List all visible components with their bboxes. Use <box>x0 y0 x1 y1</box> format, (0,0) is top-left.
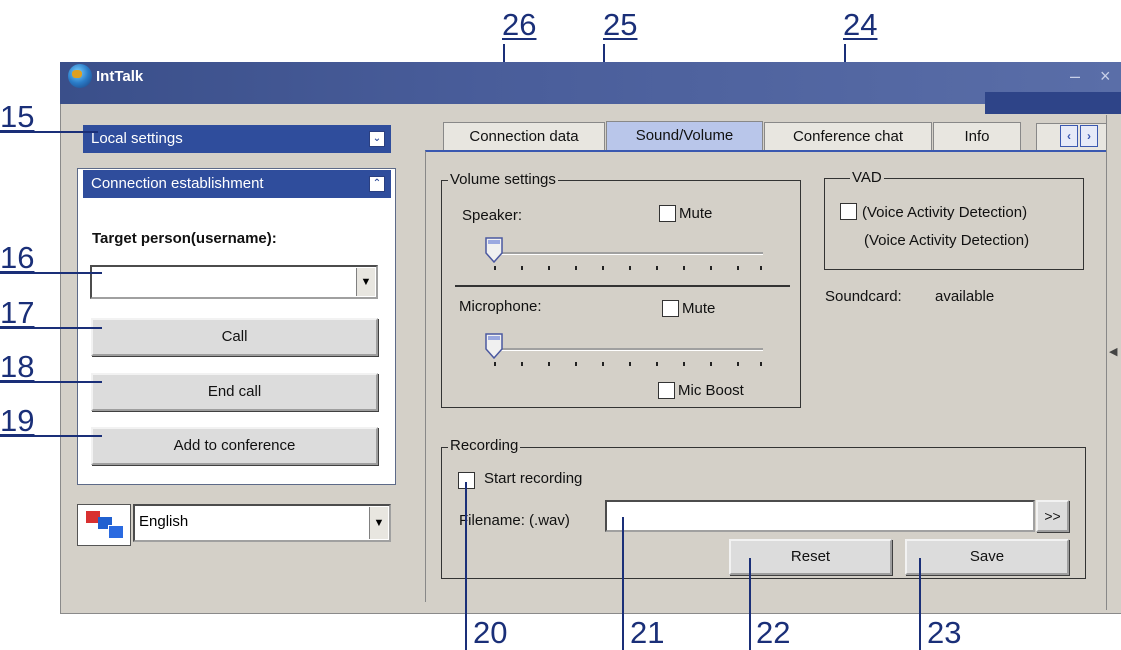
callout-18-line <box>0 381 102 383</box>
callout-18: 18 <box>0 349 35 384</box>
tab-scroll-left-icon[interactable]: ‹ <box>1060 125 1078 147</box>
title-bar <box>60 62 1121 104</box>
speaker-slider-track[interactable] <box>490 252 763 255</box>
mic-mute-checkbox[interactable] <box>662 300 679 317</box>
callout-19: 19 <box>0 403 35 438</box>
callout-22-line <box>749 558 751 650</box>
language-flag-icon <box>77 504 131 546</box>
callout-15-line <box>0 131 98 133</box>
soundcard-label: Soundcard: <box>825 288 902 305</box>
speaker-mute-checkbox[interactable] <box>659 205 676 222</box>
tab-connection-data[interactable]: Connection data <box>443 122 605 150</box>
callout-24: 24 <box>843 7 878 42</box>
mic-mute-label: Mute <box>682 300 716 317</box>
speaker-mute-label: Mute <box>679 205 713 222</box>
expand-chevron-icon[interactable]: ⌄ <box>369 131 385 147</box>
callout-16-line <box>0 272 102 274</box>
reset-button[interactable]: Reset <box>729 539 892 575</box>
vad-description: (Voice Activity Detection) <box>864 232 1030 249</box>
volume-separator <box>455 285 790 287</box>
window-title: IntTalk <box>96 68 144 85</box>
mic-boost-checkbox[interactable] <box>658 382 675 399</box>
callout-21: 21 <box>630 615 665 650</box>
start-recording-label: Start recording <box>484 470 583 487</box>
filename-label: Filename: (.wav) <box>459 512 570 529</box>
title-bar-accent <box>985 92 1121 114</box>
callout-23: 23 <box>927 615 962 650</box>
language-dropdown-arrow-icon[interactable]: ▼ <box>369 507 388 539</box>
collapse-arrow-icon[interactable]: ◀ <box>1109 345 1117 358</box>
call-button[interactable]: Call <box>91 318 378 356</box>
target-person-label: Target person(username): <box>92 230 277 247</box>
target-person-combo[interactable]: ▼ <box>90 265 378 299</box>
speaker-label: Speaker: <box>462 207 523 224</box>
language-value: English <box>139 513 189 530</box>
callout-19-line <box>0 435 102 437</box>
tab-sound-volume[interactable]: Sound/Volume <box>606 121 763 152</box>
tab-conference-chat[interactable]: Conference chat <box>764 122 932 150</box>
callout-21-line <box>622 517 624 650</box>
connection-establishment-label: Connection establishment <box>91 175 264 192</box>
callout-17: 17 <box>0 295 35 330</box>
mic-boost-label: Mic Boost <box>678 382 744 399</box>
app-globe-icon <box>68 64 92 88</box>
callout-20: 20 <box>473 615 508 650</box>
callout-15: 15 <box>0 99 35 134</box>
microphone-label: Microphone: <box>459 298 542 315</box>
minimize-icon[interactable]: – <box>1070 66 1080 87</box>
callout-16: 16 <box>0 240 35 275</box>
vad-label: VAD <box>850 169 884 186</box>
local-settings-header[interactable]: Local settings ⌄ <box>83 125 391 153</box>
tab-scroll-right-icon[interactable]: › <box>1080 125 1098 147</box>
tab-info[interactable]: Info <box>933 122 1021 150</box>
dropdown-arrow-icon[interactable]: ▼ <box>356 268 375 296</box>
end-call-button[interactable]: End call <box>91 373 378 411</box>
mic-slider-track[interactable] <box>490 348 763 351</box>
connection-establishment-header[interactable]: Connection establishment ⌃ <box>83 170 391 198</box>
callout-22: 22 <box>756 615 791 650</box>
speaker-slider-thumb[interactable] <box>485 237 503 263</box>
add-to-conference-button[interactable]: Add to conference <box>91 427 378 465</box>
language-select[interactable]: English ▼ <box>133 504 391 542</box>
callout-20-line <box>465 482 467 650</box>
save-button[interactable]: Save <box>905 539 1069 575</box>
filename-input[interactable] <box>605 500 1035 532</box>
callout-25: 25 <box>603 7 638 42</box>
soundcard-status: available <box>935 288 995 305</box>
close-icon[interactable]: × <box>1100 66 1111 87</box>
callout-26: 26 <box>502 7 537 42</box>
collapse-chevron-icon[interactable]: ⌃ <box>369 176 385 192</box>
mic-slider-thumb[interactable] <box>485 333 503 359</box>
callout-23-line <box>919 558 921 650</box>
recording-label: Recording <box>448 437 521 454</box>
side-panel-toggle[interactable]: ◀ <box>1106 115 1121 610</box>
local-settings-label: Local settings <box>91 130 183 147</box>
vad-checkbox[interactable] <box>840 203 857 220</box>
volume-settings-label: Volume settings <box>448 171 558 188</box>
vad-group <box>824 178 1084 270</box>
browse-button[interactable]: >> <box>1036 500 1069 532</box>
vad-checkbox-label: (Voice Activity Detection) <box>862 204 1028 221</box>
callout-17-line <box>0 327 102 329</box>
